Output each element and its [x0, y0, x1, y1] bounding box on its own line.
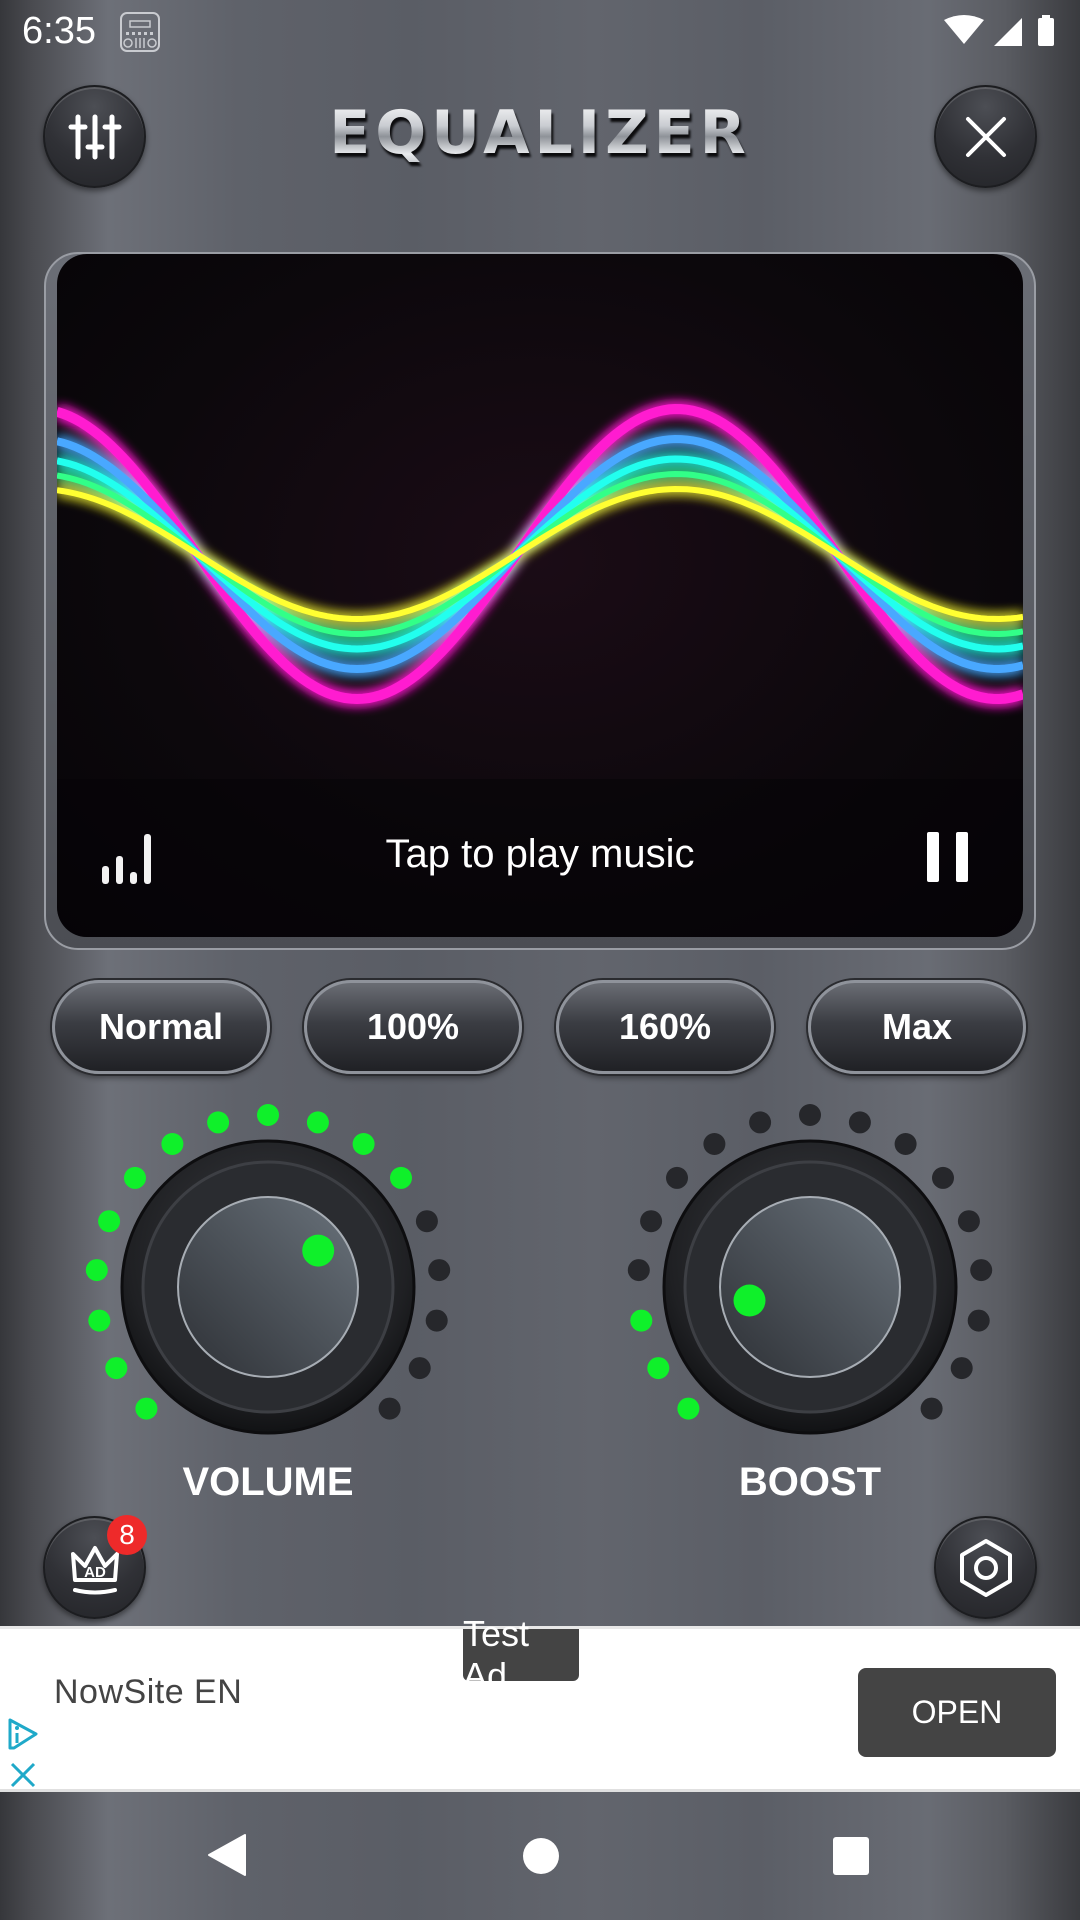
cell-signal-icon	[994, 18, 1022, 46]
knob-cap	[177, 1196, 359, 1378]
visualizer-panel[interactable]: Tap to play music	[57, 254, 1023, 937]
battery-icon	[1038, 18, 1054, 46]
settings-button[interactable]	[934, 1516, 1037, 1619]
svg-text:AD: AD	[84, 1564, 106, 1581]
led-dot-off	[415, 1210, 438, 1233]
close-button[interactable]	[934, 85, 1037, 188]
led-dot-off	[627, 1259, 650, 1282]
home-icon[interactable]	[522, 1837, 560, 1875]
led-dot-off	[920, 1397, 943, 1420]
led-dot-off	[425, 1309, 448, 1332]
led-dot-on	[207, 1111, 230, 1134]
wifi-icon	[944, 15, 984, 44]
led-dot-on	[161, 1133, 184, 1155]
preset-160-button[interactable]: 160%	[556, 980, 774, 1074]
pause-icon[interactable]	[927, 832, 969, 882]
led-dot-off	[799, 1104, 821, 1126]
boost-label: BOOST	[738, 1460, 882, 1504]
led-dot-off	[703, 1133, 726, 1155]
status-time: 6:35	[22, 10, 96, 52]
test-ad-label: Test Ad	[463, 1613, 579, 1696]
volume-knob[interactable]	[48, 1067, 488, 1507]
preset-normal-button[interactable]: Normal	[52, 980, 270, 1074]
tap-to-play-label[interactable]: Tap to play music	[57, 832, 1023, 877]
ad-open-button[interactable]: OPEN	[858, 1668, 1056, 1757]
ad-banner[interactable]: Test Ad NowSite EN OPEN	[0, 1613, 1080, 1792]
led-dot-on	[88, 1309, 111, 1332]
led-dot-on	[390, 1166, 412, 1189]
led-dot-on	[135, 1397, 158, 1420]
led-dot-on	[630, 1309, 653, 1332]
led-dot-off	[932, 1166, 954, 1189]
led-dot-on	[352, 1133, 375, 1155]
led-dot-off	[408, 1357, 431, 1380]
led-dot-on	[306, 1111, 329, 1134]
led-dot-off	[848, 1111, 871, 1134]
status-icons	[944, 15, 1054, 46]
led-dot-off	[428, 1259, 451, 1282]
led-dot-off	[749, 1111, 772, 1134]
led-dot-on	[257, 1104, 279, 1126]
app-title: EQUALIZER	[0, 98, 1080, 168]
dj-mixer-icon	[120, 12, 160, 52]
knob-indicator	[733, 1284, 766, 1317]
ad-title[interactable]: NowSite EN	[54, 1673, 242, 1712]
led-dot-off	[950, 1357, 973, 1380]
preset-100-button[interactable]: 100%	[304, 980, 522, 1074]
boost-knob[interactable]	[590, 1067, 1030, 1507]
led-dot-off	[378, 1397, 401, 1420]
ad-close-icon[interactable]	[10, 1762, 36, 1788]
led-dot-off	[894, 1133, 917, 1155]
led-dot-on	[105, 1357, 128, 1380]
notification-badge: 8	[107, 1515, 147, 1555]
led-dot-on	[98, 1210, 121, 1233]
led-dot-on	[647, 1357, 670, 1380]
hexagon-settings-icon	[959, 1538, 1012, 1597]
led-dot-on	[85, 1259, 108, 1282]
led-dot-on	[124, 1166, 146, 1189]
led-dot-on	[677, 1397, 700, 1420]
led-dot-off	[957, 1210, 980, 1233]
ad-choices-icon[interactable]	[6, 1717, 40, 1751]
recents-icon[interactable]	[832, 1836, 870, 1876]
close-icon	[965, 116, 1006, 157]
preset-max-button[interactable]: Max	[808, 980, 1026, 1074]
back-icon[interactable]	[207, 1833, 247, 1877]
led-dot-off	[970, 1259, 993, 1282]
led-dot-off	[967, 1309, 990, 1332]
led-dot-off	[666, 1166, 688, 1189]
knob-indicator	[302, 1234, 335, 1267]
volume-label: VOLUME	[182, 1460, 354, 1504]
led-dot-off	[640, 1210, 663, 1233]
